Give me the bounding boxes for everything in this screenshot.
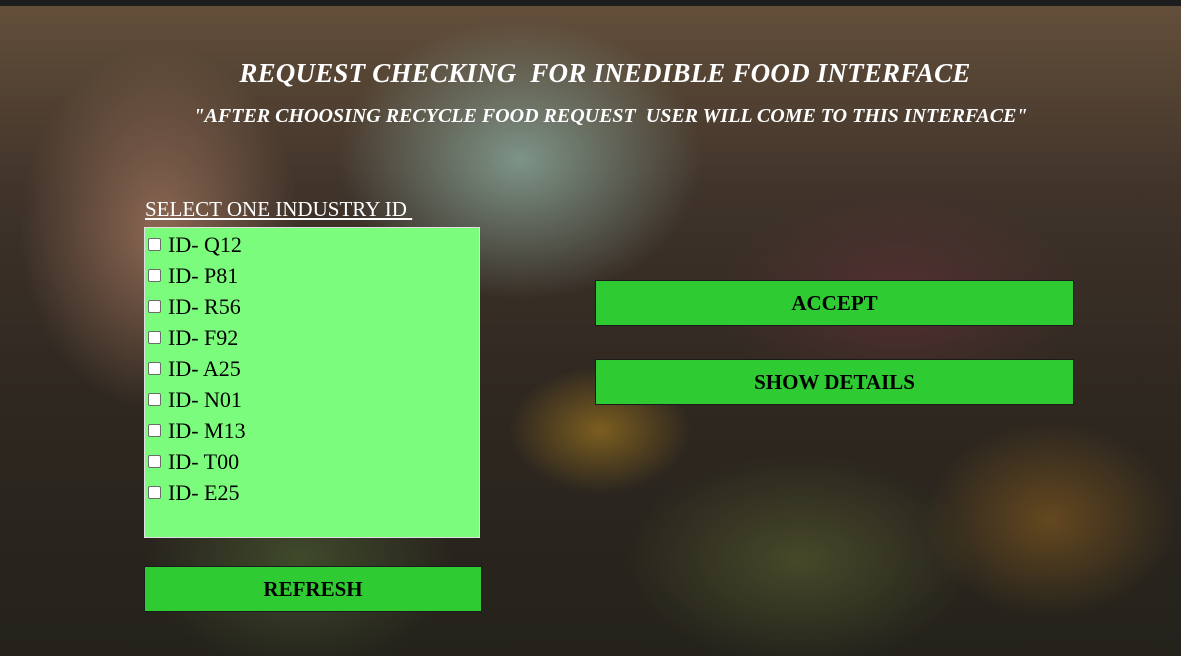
checkbox[interactable] bbox=[148, 424, 161, 437]
checkbox[interactable] bbox=[148, 362, 161, 375]
industry-id-option-label: ID- M13 bbox=[168, 417, 246, 443]
show-details-button[interactable]: SHOW DETAILS bbox=[595, 359, 1074, 405]
industry-id-option[interactable]: ID- F92 bbox=[145, 322, 479, 353]
industry-id-option-label: ID- P81 bbox=[168, 262, 239, 288]
industry-id-option[interactable]: ID- E25 bbox=[145, 477, 479, 508]
industry-id-option-label: ID- E25 bbox=[168, 479, 240, 505]
checkbox[interactable] bbox=[148, 455, 161, 468]
industry-id-option[interactable]: ID- M13 bbox=[145, 415, 479, 446]
checkbox[interactable] bbox=[148, 300, 161, 313]
window-top-strip bbox=[0, 0, 1181, 6]
industry-id-option[interactable]: ID- T00 bbox=[145, 446, 479, 477]
app-screen: REQUEST CHECKING FOR INEDIBLE FOOD INTER… bbox=[0, 0, 1181, 656]
accept-button[interactable]: ACCEPT bbox=[595, 280, 1074, 326]
checkbox[interactable] bbox=[148, 331, 161, 344]
industry-id-option-label: ID- R56 bbox=[168, 293, 241, 319]
industry-id-label: SELECT ONE INDUSTRY ID bbox=[145, 197, 413, 221]
checkbox[interactable] bbox=[148, 269, 161, 282]
industry-id-option-label: ID- N01 bbox=[168, 386, 242, 412]
industry-id-option[interactable]: ID- N01 bbox=[145, 384, 479, 415]
page-subtitle: "AFTER CHOOSING RECYCLE FOOD REQUEST USE… bbox=[193, 105, 1028, 127]
industry-id-option-label: ID- F92 bbox=[168, 324, 239, 350]
industry-id-option[interactable]: ID- R56 bbox=[145, 291, 479, 322]
page-title: REQUEST CHECKING FOR INEDIBLE FOOD INTER… bbox=[239, 58, 971, 88]
industry-id-option-label: ID- Q12 bbox=[168, 231, 242, 257]
checkbox[interactable] bbox=[148, 238, 161, 251]
industry-id-option[interactable]: ID- Q12 bbox=[145, 229, 479, 260]
checkbox[interactable] bbox=[148, 393, 161, 406]
industry-id-list: ID- Q12 ID- P81 ID- R56 ID- F92 ID- A25 … bbox=[144, 227, 480, 538]
industry-id-option[interactable]: ID- P81 bbox=[145, 260, 479, 291]
industry-id-option-label: ID- A25 bbox=[168, 355, 241, 381]
checkbox[interactable] bbox=[148, 486, 161, 499]
refresh-button[interactable]: REFRESH bbox=[144, 566, 482, 612]
industry-id-option[interactable]: ID- A25 bbox=[145, 353, 479, 384]
industry-id-option-label: ID- T00 bbox=[168, 448, 240, 474]
